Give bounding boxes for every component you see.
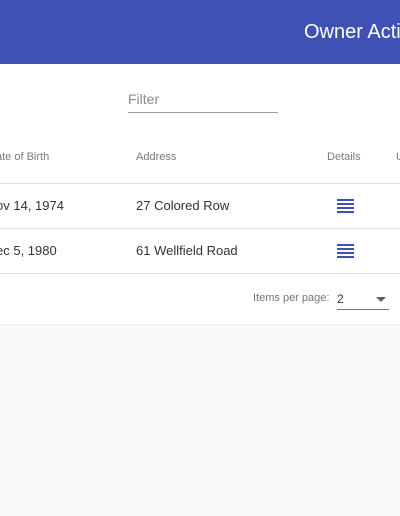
header-address[interactable]: Address [136,151,176,163]
page-size-value: 2 [337,292,344,306]
address-cell: 27 Colored Row [136,198,230,213]
header-details[interactable]: Details [327,151,361,163]
page-size-underline [337,309,389,310]
table-row: ec 5, 1980 61 Wellfield Road [0,229,400,274]
app-toolbar: Owner Actio [0,0,400,64]
filter-input[interactable] [128,88,278,110]
items-per-page-label: Items per page: [253,292,330,304]
date-of-birth-cell: ec 5, 1980 [0,243,57,258]
table-header-row: ate of Birth Address Details U [0,132,400,184]
list-icon[interactable] [337,199,354,213]
chevron-down-icon[interactable] [376,297,386,302]
filter-field[interactable] [128,88,278,114]
page-title: Owner Actio [304,21,400,43]
header-partial-column[interactable]: U [396,151,400,163]
header-date-of-birth[interactable]: ate of Birth [0,151,49,163]
address-cell: 61 Wellfield Road [136,243,238,258]
list-icon[interactable] [337,244,354,258]
date-of-birth-cell: ov 14, 1974 [0,198,64,213]
filter-underline [128,112,278,113]
table-row: ov 14, 1974 27 Colored Row [0,184,400,229]
page-size-select[interactable]: 2 [337,290,389,310]
